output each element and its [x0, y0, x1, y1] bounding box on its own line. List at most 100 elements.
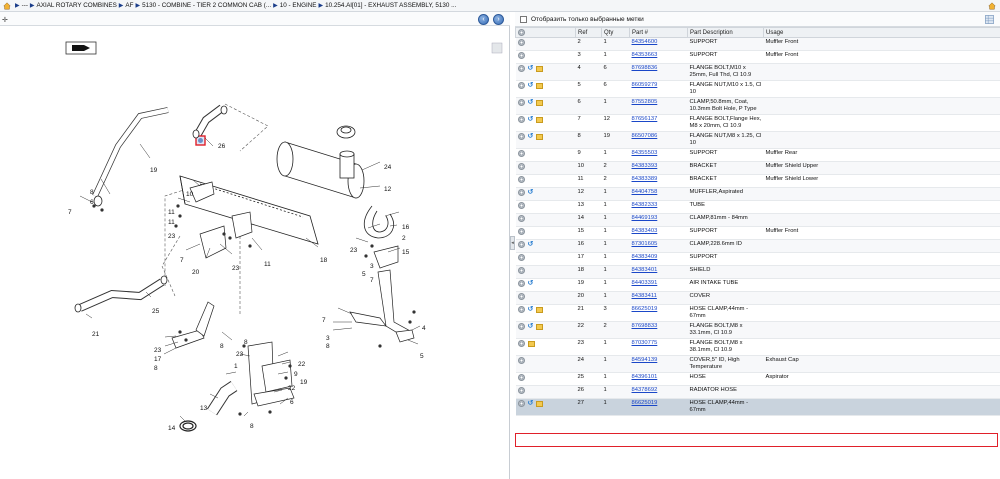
zoom-box-icon[interactable] — [491, 42, 503, 54]
breadcrumb-label[interactable]: 5130 - COMBINE - TIER 2 COMMON CAB (... — [142, 2, 271, 9]
part-number-link[interactable]: 87656137 — [632, 116, 658, 122]
gear-icon[interactable] — [517, 267, 525, 274]
gear-icon[interactable] — [517, 133, 525, 140]
table-row[interactable]: ↺ 22 2 87698833 FLANGE BOLT,M8 x 33.1mm, Cl … — [515, 321, 1000, 339]
diagram-callout[interactable]: 11 — [264, 261, 271, 268]
package-icon[interactable] — [527, 340, 535, 347]
gear-icon[interactable] — [517, 189, 525, 196]
header-usage[interactable]: Usage — [763, 27, 1000, 38]
part-number-link[interactable]: 86507086 — [632, 133, 658, 139]
part-number-link[interactable]: 84382333 — [632, 202, 658, 208]
next-diagram-button[interactable]: › — [493, 14, 504, 25]
diagram-callout[interactable]: 2 — [402, 235, 406, 242]
breadcrumb-label[interactable]: AXIAL ROTARY COMBINES — [37, 2, 117, 9]
gear-icon[interactable] — [517, 52, 525, 59]
diagram-callout[interactable]: 3 — [370, 263, 374, 270]
replacement-icon[interactable]: ↺ — [528, 99, 534, 106]
diagram-callout[interactable]: 14 — [168, 425, 176, 432]
table-row[interactable]: ↺ 16 1 87301605 CLAMP,228.6mm ID — [515, 239, 1000, 253]
gear-icon[interactable] — [517, 280, 525, 287]
diagram-callout[interactable]: 7 — [370, 277, 374, 284]
gear-icon[interactable] — [517, 39, 525, 46]
diagram-callout[interactable]: 8 — [220, 343, 224, 350]
breadcrumb-item[interactable]: ▶ 10.254.AI[01] - EXHAUST ASSEMBLY, 5130 … — [316, 2, 456, 9]
diagram-callout[interactable]: 7 — [322, 317, 326, 324]
diagram-callout[interactable]: 21 — [92, 331, 100, 338]
part-number-link[interactable]: 84396101 — [632, 374, 658, 380]
part-number-link[interactable]: 86625019 — [632, 306, 658, 312]
table-row[interactable]: 15 1 84383403 SUPPORT Muffler Front — [515, 226, 1000, 240]
diagram-callout[interactable]: 9 — [294, 371, 298, 378]
gear-icon[interactable] — [517, 340, 525, 347]
gear-icon[interactable] — [517, 374, 525, 381]
breadcrumb-item[interactable]: ▶ AF — [117, 2, 134, 9]
part-number-link[interactable]: 84594139 — [632, 357, 658, 363]
replacement-icon[interactable]: ↺ — [528, 82, 534, 89]
diagram-callout[interactable]: 3 — [326, 335, 330, 342]
replacement-icon[interactable]: ↺ — [528, 241, 534, 248]
gear-icon[interactable] — [517, 163, 525, 170]
replacement-icon[interactable]: ↺ — [528, 400, 534, 407]
export-grid-icon[interactable] — [985, 15, 994, 24]
table-row[interactable]: ↺ 6 1 87552805 CLAMP,50.8mm, Coat, 10.3mm Bo… — [515, 97, 1000, 115]
breadcrumb-label[interactable]: 10.254.AI[01] - EXHAUST ASSEMBLY, 5130 .… — [325, 2, 456, 9]
gear-icon[interactable] — [517, 228, 525, 235]
table-row[interactable]: 2 1 84354600 SUPPORT Muffler Front — [515, 37, 1000, 51]
part-number-link[interactable]: 84403391 — [632, 280, 658, 286]
diagram-callout[interactable]: 16 — [402, 224, 410, 231]
header-part-number[interactable]: Part # — [629, 27, 688, 38]
package-icon[interactable] — [536, 306, 544, 313]
header-description[interactable]: Part Description — [687, 27, 764, 38]
part-number-link[interactable]: 84353663 — [632, 52, 658, 58]
breadcrumb-item[interactable]: ▶ 5130 - COMBINE - TIER 2 COMMON CAB (... — [133, 2, 271, 9]
diagram-callout[interactable]: 18 — [320, 257, 328, 264]
table-row[interactable]: 14 1 84469193 CLAMP,81mm - 84mm — [515, 213, 1000, 227]
diagram-callout[interactable]: 24 — [384, 164, 392, 171]
table-row[interactable]: ↺ 27 1 86625019 HOSE CLAMP,44mm - 67mm — [515, 398, 1000, 416]
breadcrumb-item[interactable]: ▶ --- — [13, 2, 28, 9]
replacement-icon[interactable]: ↺ — [528, 65, 534, 72]
part-number-link[interactable]: 84404758 — [632, 189, 658, 195]
table-row[interactable]: 9 1 84355503 SUPPORT Muffler Rear — [515, 148, 1000, 162]
home-shortcut-icon[interactable] — [988, 2, 996, 10]
diagram-callout[interactable]: 8 — [90, 189, 94, 196]
header-select-all[interactable] — [515, 27, 576, 38]
diagram-callout[interactable]: 8 — [250, 423, 254, 430]
diagram-callout[interactable]: 22 — [298, 361, 306, 368]
gear-icon[interactable] — [517, 150, 525, 157]
table-row[interactable]: 11 2 84383389 BRACKET Muffler Shield Lower — [515, 174, 1000, 188]
diagram-callout[interactable]: 4 — [422, 325, 426, 332]
table-row[interactable]: 3 1 84353663 SUPPORT Muffler Front — [515, 50, 1000, 64]
part-number-link[interactable]: 86059279 — [632, 82, 658, 88]
table-row[interactable]: 18 1 84383401 SHIELD — [515, 265, 1000, 279]
package-icon[interactable] — [536, 323, 544, 330]
package-icon[interactable] — [536, 82, 544, 89]
package-icon[interactable] — [536, 65, 544, 72]
table-row[interactable]: ↺ 7 12 87656137 FLANGE BOLT,Flange Hex, M8 x… — [515, 114, 1000, 132]
diagram-callout[interactable]: 6 — [90, 199, 94, 206]
diagram-callout[interactable]: 5 — [420, 353, 424, 360]
gear-icon[interactable] — [517, 99, 525, 106]
part-number-link[interactable]: 84354600 — [632, 39, 658, 45]
gear-icon[interactable] — [517, 202, 525, 209]
diagram-callout[interactable]: 19 — [150, 167, 158, 174]
gear-icon[interactable] — [517, 241, 525, 248]
part-number-link[interactable]: 84378692 — [632, 387, 658, 393]
exhaust-assembly-diagram[interactable]: 192624128671011112316223 1572023111825217… — [0, 26, 510, 479]
part-number-link[interactable]: 87301605 — [632, 241, 658, 247]
table-row[interactable]: ↺ 5 6 86059279 FLANGE NUT,M10 x 1.5, Cl 10 — [515, 80, 1000, 98]
table-row[interactable]: 13 1 84382333 TUBE — [515, 200, 1000, 214]
table-row[interactable]: ↺ 4 6 87698836 FLANGE BOLT,M10 x 25mm, Full … — [515, 63, 1000, 81]
diagram-callout[interactable]: 23 — [350, 247, 358, 254]
previous-diagram-button[interactable]: ‹ — [478, 14, 489, 25]
table-row[interactable]: 23 1 87030775 FLANGE BOLT,M8 x 38.1mm, Cl 1… — [515, 338, 1000, 356]
show-selected-only-checkbox[interactable] — [520, 15, 527, 23]
diagram-callout[interactable]: 11 — [168, 219, 175, 226]
diagram-callout[interactable]: 13 — [200, 405, 208, 412]
table-row[interactable]: ↺ 12 1 84404758 MUFFLER,Aspirated — [515, 187, 1000, 201]
gear-icon[interactable] — [517, 215, 525, 222]
diagram-callout[interactable]: 15 — [402, 249, 410, 256]
part-number-link[interactable]: 84383411 — [632, 293, 657, 299]
replacement-icon[interactable]: ↺ — [528, 323, 534, 330]
breadcrumb-label[interactable]: AF — [125, 2, 133, 9]
